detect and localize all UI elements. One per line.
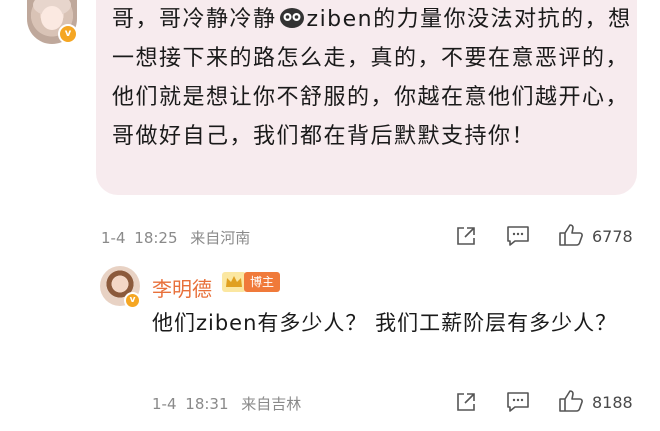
reply-meta: 1-4 18:31 来自吉林 (152, 393, 301, 414)
comment-icon[interactable] (506, 391, 530, 413)
reply-location: 来自吉林 (241, 395, 302, 413)
comment-icon[interactable] (506, 225, 530, 247)
verified-v-icon: v (124, 292, 141, 309)
crown-icon (222, 272, 246, 292)
thumbs-up-icon[interactable] (558, 389, 584, 413)
share-icon[interactable] (455, 225, 477, 247)
comment-like-count: 6778 (592, 227, 633, 246)
share-icon[interactable] (455, 391, 477, 413)
author-badge: 博主 (244, 272, 281, 292)
comment-meta: 1-4 18:25 来自河南 (101, 227, 250, 248)
reply-like-count: 8188 (592, 393, 633, 412)
reply-text: 他们ziben有多少人？ 我们工薪阶层有多少人？ (152, 311, 618, 335)
reply-date: 1-4 (152, 395, 177, 413)
comment-location: 来自河南 (190, 229, 251, 247)
comment-date: 1-4 (101, 229, 126, 247)
ziben-emoji-icon (279, 8, 304, 28)
verified-v-icon: v (58, 24, 78, 44)
comment-text-start: 哥，哥冷静冷静 (112, 7, 277, 32)
comment-text: 哥，哥冷静冷静 ziben的力量你没法对抗的，想一想接下来的路怎么走，真的，不要在… (112, 0, 632, 156)
thumbs-up-icon[interactable] (558, 223, 584, 247)
reply-time: 18:31 (185, 395, 229, 413)
comment-time: 18:25 (134, 229, 178, 247)
reply-author-name[interactable]: 李明德 (152, 273, 212, 302)
